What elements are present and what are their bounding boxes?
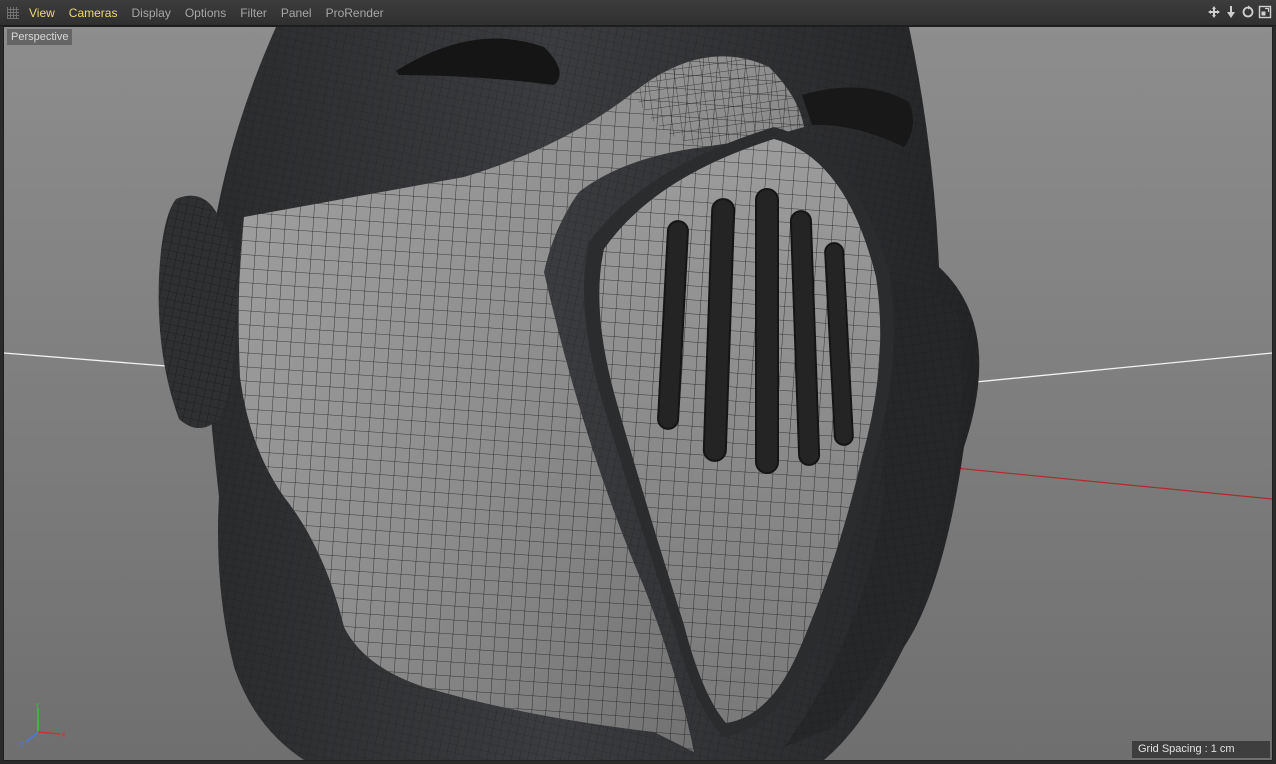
menu-view[interactable]: View [22,0,62,26]
camera-label[interactable]: Perspective [7,29,73,45]
axis-gizmo: Y X Z [20,703,66,748]
menu-cameras[interactable]: Cameras [62,0,125,26]
x-axis-label: X [61,732,66,739]
panel-grip-icon[interactable] [7,7,19,19]
menu-panel[interactable]: Panel [274,0,319,26]
y-axis-label: Y [35,703,40,710]
z-axis-label: Z [20,742,25,748]
x-axis-icon [37,731,61,735]
menu-display[interactable]: Display [124,0,177,26]
toggle-layout-icon[interactable] [1258,4,1272,20]
rotate-view-icon[interactable] [1241,4,1255,20]
vent-slot [755,188,779,474]
viewport-menu: View Cameras Display Options Filter Pane… [22,0,391,26]
viewport-menubar: View Cameras Display Options Filter Pane… [0,0,1276,26]
3d-scene-render[interactable] [4,27,1272,760]
perspective-viewport[interactable]: Perspective Y X Z Grid Spacing : 1 cm [3,26,1273,761]
move-view-icon[interactable] [1207,4,1221,20]
z-axis-icon [25,731,39,743]
menu-prorender[interactable]: ProRender [319,0,391,26]
menu-filter[interactable]: Filter [233,0,274,26]
view-navigation-icons [1207,4,1272,20]
dolly-view-icon[interactable] [1224,4,1238,20]
grid-spacing-readout: Grid Spacing : 1 cm [1132,741,1270,758]
menu-options[interactable]: Options [178,0,233,26]
